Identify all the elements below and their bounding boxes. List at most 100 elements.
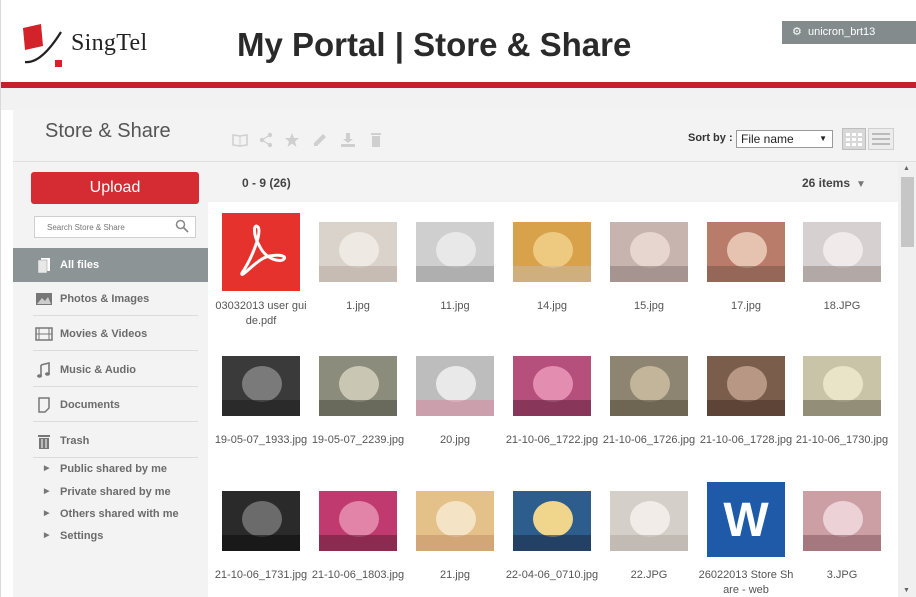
photo-thumbnail xyxy=(803,356,881,416)
triangle-right-icon: ▶ xyxy=(44,510,50,517)
singtel-logo[interactable]: SingTel xyxy=(21,22,181,72)
file-name: 19-05-07_2239.jpg xyxy=(311,434,405,446)
page: SingTel My Portal | Store & Share ⚙ unicr… xyxy=(0,0,916,597)
edit-icon[interactable] xyxy=(312,132,328,148)
photo-thumbnail xyxy=(513,222,591,282)
header: SingTel My Portal | Store & Share ⚙ unicr… xyxy=(1,0,916,82)
sidebar-item-label: Others shared with me xyxy=(60,508,179,520)
sidebar-item-label: Documents xyxy=(60,399,120,411)
sidebar-item-movies[interactable]: Movies & Videos xyxy=(13,317,208,351)
file-name: 21.jpg xyxy=(440,569,470,581)
sidebar-item-label: Private shared by me xyxy=(60,486,171,498)
photo-thumbnail xyxy=(803,491,881,551)
logo-text: SingTel xyxy=(71,30,148,56)
search-input[interactable] xyxy=(35,217,165,238)
sidebar-title: Store & Share xyxy=(45,120,171,142)
sidebar-item-trash[interactable]: Trash xyxy=(13,424,208,458)
sidebar-item-public-shared[interactable]: ▶ Public shared by me xyxy=(13,459,208,481)
file-name: 17.jpg xyxy=(731,300,761,312)
gear-icon: ⚙ xyxy=(792,26,802,38)
photo-thumbnail xyxy=(513,491,591,551)
file-name: 21-10-06_1730.jpg xyxy=(795,434,889,446)
file-name: 20.jpg xyxy=(440,434,470,446)
list-view-button[interactable] xyxy=(868,128,894,150)
file-name: 21-10-06_1722.jpg xyxy=(505,434,599,446)
file-name: 1.jpg xyxy=(346,300,370,312)
sort-select[interactable]: File name ▼ xyxy=(736,130,833,148)
search-box xyxy=(34,216,196,238)
file-name: 3.JPG xyxy=(826,569,858,581)
triangle-right-icon: ▶ xyxy=(44,465,50,472)
svg-text:W: W xyxy=(723,494,769,547)
scroll-up-icon[interactable]: ▲ xyxy=(903,165,910,172)
photo-thumbnail xyxy=(222,491,300,551)
file-name: 18.JPG xyxy=(823,300,861,312)
file-name: 21-10-06_1803.jpg xyxy=(311,569,405,581)
divider xyxy=(33,350,198,351)
film-icon xyxy=(35,327,53,341)
photo-thumbnail xyxy=(222,356,300,416)
sidebar-item-settings[interactable]: ▶ Settings xyxy=(13,526,208,548)
grid-view-icon xyxy=(846,133,862,146)
file-name: 21-10-06_1731.jpg xyxy=(214,569,308,581)
file-name: 21-10-06_1726.jpg xyxy=(602,434,696,446)
divider xyxy=(33,315,198,316)
toolbar: Sort by : File name ▼ xyxy=(208,110,916,162)
search-icon[interactable] xyxy=(175,219,189,233)
photo-thumbnail xyxy=(707,222,785,282)
triangle-right-icon: ▶ xyxy=(44,488,50,495)
sidebar-item-music[interactable]: Music & Audio xyxy=(13,353,208,387)
trash-icon xyxy=(38,435,50,449)
photo-thumbnail xyxy=(610,222,688,282)
header-band xyxy=(1,88,916,110)
item-count[interactable]: 26 items ▼ xyxy=(802,176,866,190)
file-browser: 0 - 9 (26) 26 items ▼ 03032013 user guide… xyxy=(208,162,898,597)
book-icon[interactable] xyxy=(232,132,248,148)
chevron-down-icon: ▼ xyxy=(856,179,866,190)
divider xyxy=(33,457,198,458)
sidebar-item-photos[interactable]: Photos & Images xyxy=(13,282,208,316)
image-icon xyxy=(36,293,52,305)
sidebar-item-label: Public shared by me xyxy=(60,463,167,475)
file-list-header: 0 - 9 (26) 26 items ▼ xyxy=(208,162,898,202)
sidebar-item-all-files[interactable]: All files xyxy=(13,248,208,282)
file-name: 03032013 user guide.pdf xyxy=(215,300,307,327)
triangle-right-icon: ▶ xyxy=(44,532,50,539)
list-view-icon xyxy=(872,133,890,145)
scrollbar-thumb[interactable] xyxy=(901,177,914,247)
sidebar-header: Store & Share xyxy=(13,110,208,162)
scroll-down-icon[interactable]: ▼ xyxy=(903,587,910,594)
sidebar-item-others-shared[interactable]: ▶ Others shared with me xyxy=(13,504,208,526)
photo-thumbnail xyxy=(416,222,494,282)
photo-thumbnail xyxy=(513,356,591,416)
grid-view-button[interactable] xyxy=(842,128,866,150)
item-count-label: 26 items xyxy=(802,176,851,190)
upload-button[interactable]: Upload xyxy=(31,172,199,204)
page-range: 0 - 9 (26) xyxy=(242,176,291,190)
sort-value: File name xyxy=(741,132,794,146)
sidebar-item-label: Movies & Videos xyxy=(60,328,148,340)
trash-icon[interactable] xyxy=(368,132,384,148)
download-icon[interactable] xyxy=(340,132,356,148)
files-icon xyxy=(37,258,50,273)
sidebar-item-label: Trash xyxy=(60,435,90,447)
sidebar-item-documents[interactable]: Documents xyxy=(13,388,208,422)
sidebar-item-label: Music & Audio xyxy=(60,364,136,376)
user-menu[interactable]: ⚙ unicron_brt13 xyxy=(782,21,916,44)
file-name: 15.jpg xyxy=(634,300,664,312)
star-icon[interactable] xyxy=(284,132,300,148)
sidebar-item-label: Settings xyxy=(60,530,104,542)
sort-label: Sort by : xyxy=(688,132,733,144)
sidebar-item-private-shared[interactable]: ▶ Private shared by me xyxy=(13,482,208,504)
page-title: My Portal | Store & Share xyxy=(237,26,632,63)
file-name: 11.jpg xyxy=(440,300,470,312)
sidebar-item-label: All files xyxy=(60,259,100,271)
scrollbar[interactable]: ▲ ▼ xyxy=(898,162,916,597)
photo-thumbnail xyxy=(319,222,397,282)
photo-thumbnail xyxy=(319,356,397,416)
sidebar: Upload All files Photos & Images xyxy=(13,162,208,597)
file-name: 22.JPG xyxy=(630,569,668,581)
share-icon[interactable] xyxy=(258,132,274,148)
photo-thumbnail xyxy=(610,491,688,551)
username: unicron_brt13 xyxy=(808,26,876,38)
